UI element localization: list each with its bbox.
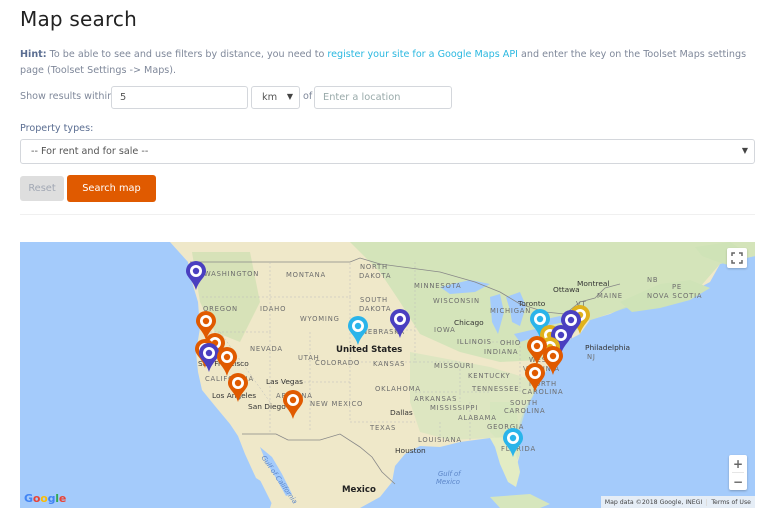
zoom-out-button[interactable]: −	[729, 473, 747, 490]
map-label-arkansas: ARKANSAS	[414, 395, 458, 403]
map-label-united-states: United States	[336, 345, 403, 355]
map-label-gulf-of-mexico-2: Mexico	[436, 478, 460, 486]
map-label-south-dakota-1: SOUTH	[360, 296, 388, 304]
hint-text-before: To be able to see and use filters by dis…	[46, 49, 328, 60]
map-label-wyoming: WYOMING	[300, 315, 340, 323]
map-marker-north-carolina[interactable]	[524, 362, 546, 393]
map-marker-los-angeles[interactable]	[227, 372, 249, 403]
map-label-pe: PE	[672, 283, 682, 291]
map-label-nevada: NEVADA	[250, 345, 283, 353]
map-label-indiana: INDIANA	[484, 348, 519, 356]
map-label-nova-scotia: NOVA SCOTIA	[647, 292, 703, 300]
map-attribution: Map data ©2018 Google, INEGI Terms of Us…	[600, 496, 755, 508]
property-types-selected: -- For rent and for sale --	[31, 146, 149, 157]
search-map-button[interactable]: Search map	[67, 175, 156, 202]
map-data-credit: Map data ©2018 Google, INEGI	[604, 498, 703, 506]
map-marker-florida[interactable]	[502, 427, 524, 458]
terms-of-use-link[interactable]: Terms of Use	[706, 498, 755, 506]
google-logo[interactable]: Google	[24, 492, 66, 505]
fullscreen-icon	[731, 252, 743, 264]
location-input[interactable]: Enter a location	[314, 86, 452, 109]
map-label-wisconsin: WISCONSIN	[433, 297, 480, 305]
map-label-dallas: Dallas	[390, 408, 413, 417]
map-base	[170, 242, 755, 508]
map-label-kentucky: KENTUCKY	[468, 372, 511, 380]
map-label-ottawa: Ottawa	[553, 285, 580, 294]
zoom-in-button[interactable]: +	[729, 455, 747, 472]
map-marker-arizona[interactable]	[282, 389, 304, 420]
hint-label: Hint:	[20, 49, 47, 60]
map-label-mississippi: MISSISSIPPI	[430, 404, 479, 412]
map-label-south-dakota-2: DAKOTA	[359, 305, 392, 313]
map-label-oklahoma: OKLAHOMA	[375, 385, 421, 393]
map-label-ohio: OHIO	[500, 339, 522, 347]
map-label-philadelphia: Philadelphia	[585, 343, 631, 352]
map-label-michigan: MICHIGAN	[490, 307, 532, 315]
page-title: Map search	[20, 7, 137, 31]
map-label-alabama: ALABAMA	[458, 414, 497, 422]
zoom-control: + −	[729, 455, 747, 490]
map-label-new-mexico: NEW MEXICO	[310, 400, 364, 408]
map-label-minnesota: MINNESOTA	[414, 282, 462, 290]
map-label-south-carolina-1: SOUTH	[510, 399, 538, 407]
map-label-chicago: Chicago	[454, 318, 484, 327]
map-label-gulf-of-mexico-1: Gulf of	[438, 470, 461, 478]
hint-text: Hint: To be able to see and use filters …	[20, 47, 760, 79]
map-label-colorado: COLORADO	[315, 359, 361, 367]
map-label-toronto: Toronto	[518, 299, 546, 308]
map-label-mexico: Mexico	[342, 485, 376, 495]
map-label-new-jersey: NJ	[587, 353, 596, 361]
divider	[20, 214, 755, 215]
map-marker-nebraska-west[interactable]	[347, 315, 369, 346]
map-label-louisiana: LOUISIANA	[418, 436, 462, 444]
property-types-select[interactable]: -- For rent and for sale -- ▼	[20, 139, 755, 164]
map-label-washington: WASHINGTON	[204, 270, 260, 278]
map-label-tennessee: TENNESSEE	[472, 385, 520, 393]
register-api-link[interactable]: register your site for a Google Maps API	[327, 49, 518, 60]
google-logo-letter: o	[40, 492, 48, 505]
map-label-illinois: ILLINOIS	[457, 338, 492, 346]
map-label-south-carolina-2: CAROLINA	[504, 407, 546, 415]
of-label: of	[303, 91, 313, 102]
unit-select[interactable]: km ▼	[251, 86, 300, 109]
map-label-iowa: IOWA	[434, 326, 456, 334]
map-label-texas: TEXAS	[370, 424, 397, 432]
radius-input[interactable]: 5	[111, 86, 248, 109]
map-label-maine: MAINE	[597, 292, 623, 300]
dropdown-arrow-icon: ▼	[741, 146, 748, 155]
google-logo-letter: G	[24, 492, 33, 505]
map-label-north-dakota-2: DAKOTA	[359, 272, 392, 280]
map-label-houston: Houston	[395, 446, 426, 455]
distance-label: Show results within	[20, 91, 114, 102]
reset-button[interactable]: Reset	[20, 176, 64, 201]
unit-select-value: km	[262, 92, 278, 103]
fullscreen-button[interactable]	[727, 248, 747, 268]
map-label-kansas: KANSAS	[373, 360, 406, 368]
map-label-missouri: MISSOURI	[434, 362, 474, 370]
map-label-las-vegas: Las Vegas	[266, 377, 303, 386]
map-marker-seattle-area[interactable]	[185, 260, 207, 291]
map-label-idaho: IDAHO	[260, 305, 287, 313]
property-types-label: Property types:	[20, 123, 94, 134]
map-label-montreal: Montreal	[577, 279, 610, 288]
map-marker-nebraska-east[interactable]	[389, 308, 411, 339]
map-label-montana: MONTANA	[286, 271, 326, 279]
map[interactable]: WASHINGTON OREGON IDAHO MONTANA NORTH DA…	[20, 242, 755, 508]
google-logo-letter: e	[58, 492, 67, 505]
dropdown-arrow-icon: ▼	[286, 92, 293, 101]
map-label-san-diego: San Diego	[248, 402, 286, 411]
map-label-north-dakota-1: NORTH	[360, 263, 388, 271]
map-label-nb: NB	[647, 276, 659, 284]
